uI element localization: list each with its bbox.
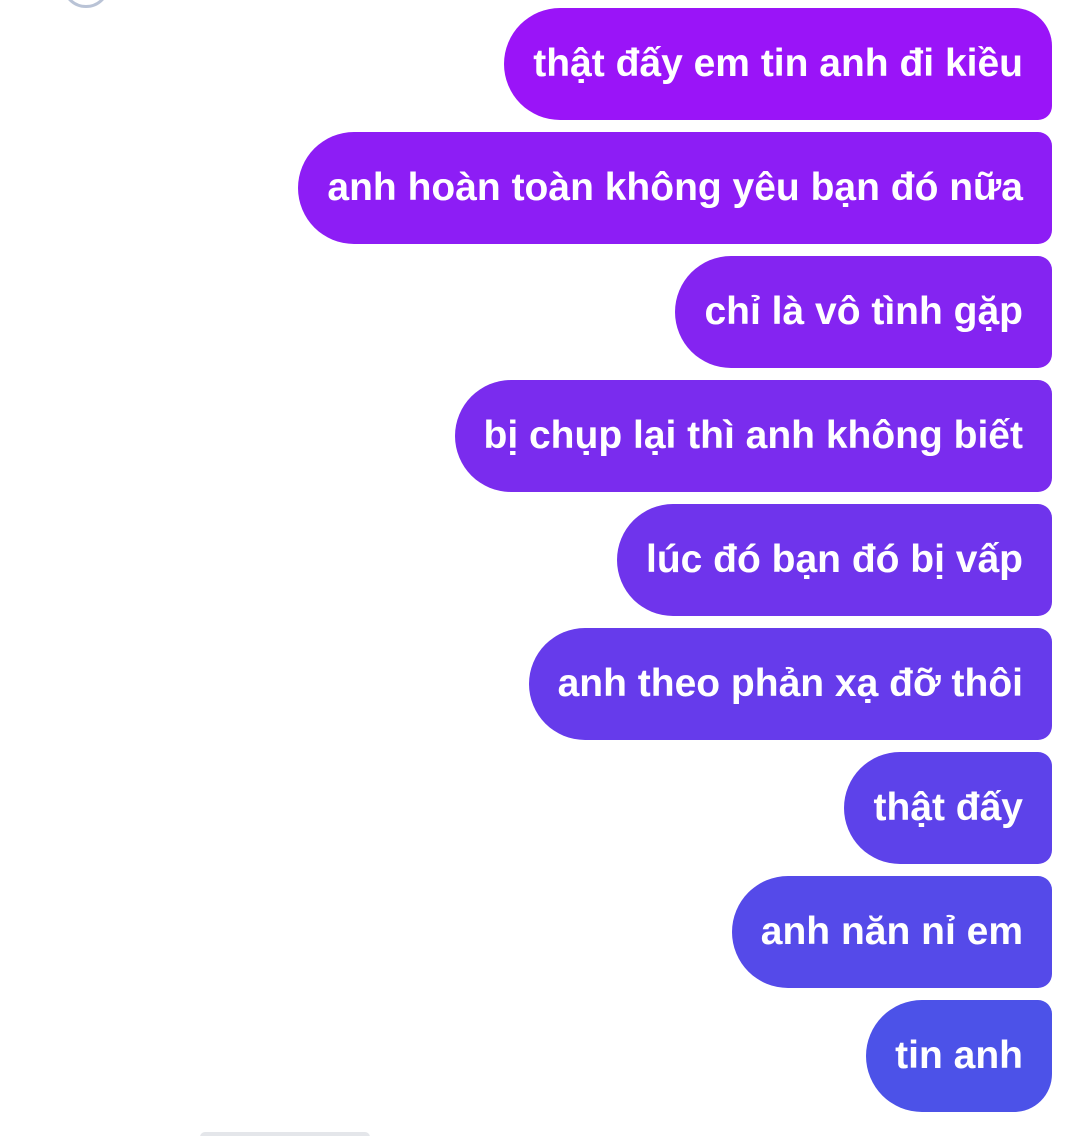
sent-message-bubble[interactable]: lúc đó bạn đó bị vấp — [616, 504, 1052, 616]
sent-message-bubble[interactable]: bị chụp lại thì anh không biết — [454, 380, 1052, 492]
sent-message-bubble[interactable]: chỉ là vô tình gặp — [675, 256, 1052, 368]
sent-message-bubble[interactable]: anh theo phản xạ đỡ thôi — [528, 628, 1052, 740]
contact-avatar[interactable] — [62, 0, 110, 8]
sent-message-bubble[interactable]: tin anh — [866, 1000, 1052, 1112]
sent-message-bubble[interactable]: thật đấy em tin anh đi kiều — [504, 8, 1052, 120]
sent-message-bubble[interactable]: anh hoàn toàn không yêu bạn đó nữa — [298, 132, 1052, 244]
messenger-chat-screen: thật đấy em tin anh đi kiều anh hoàn toà… — [0, 0, 1080, 1136]
cropped-next-line — [200, 1132, 370, 1136]
sent-message-bubble[interactable]: thật đấy — [844, 752, 1052, 864]
message-thread: thật đấy em tin anh đi kiều anh hoàn toà… — [298, 8, 1052, 1112]
sent-message-bubble[interactable]: anh năn nỉ em — [731, 876, 1052, 988]
